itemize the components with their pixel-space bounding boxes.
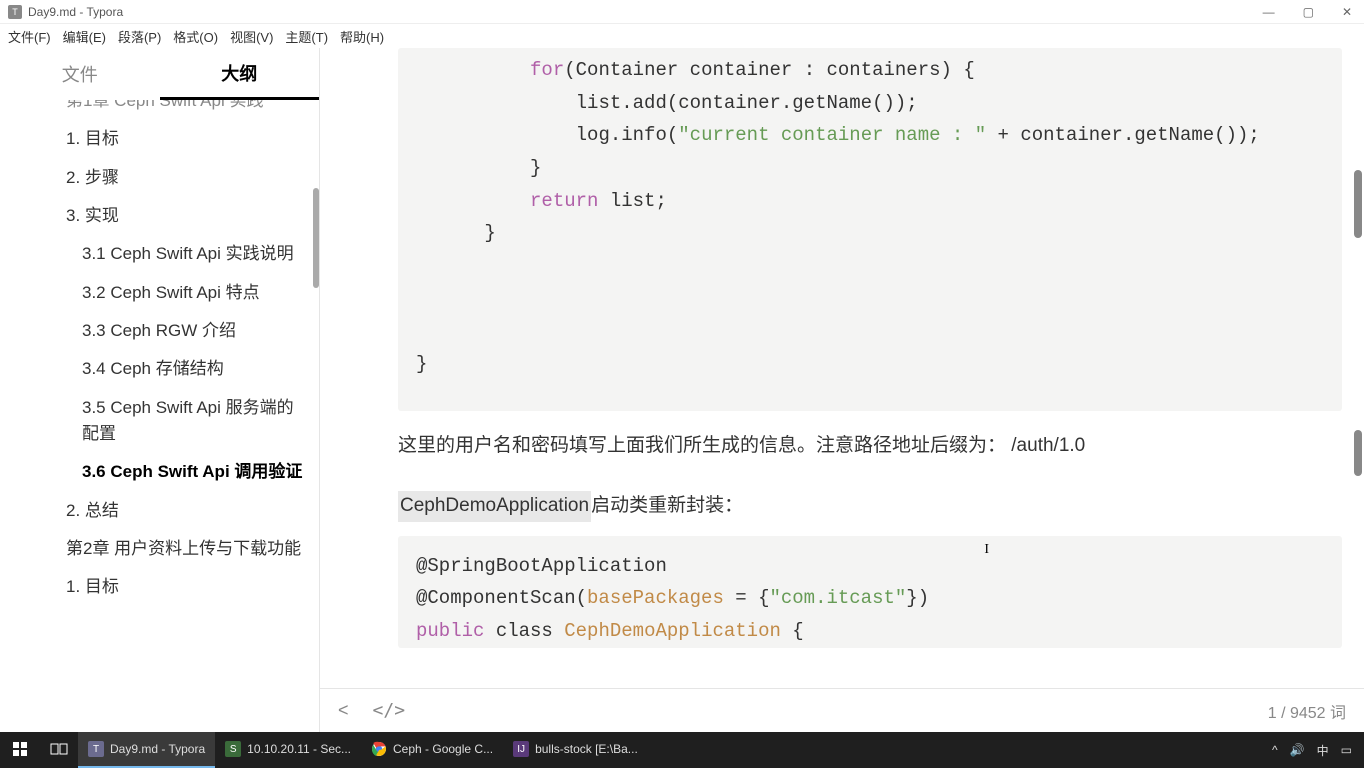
paragraph-2[interactable]: CephDemoApplication启动类重新封装： [398, 491, 1342, 521]
taskbar-app[interactable]: T Day9.md - Typora [78, 732, 215, 768]
outline-list: 第1章 Ceph Swift Api 实践1. 目标2. 步骤3. 实现3.1 … [0, 100, 319, 732]
ime-indicator[interactable]: 中 [1317, 742, 1329, 759]
outline-item[interactable]: 1. 目标 [0, 120, 319, 158]
taskbar-app-label: Day9.md - Typora [110, 742, 205, 756]
windows-icon [13, 742, 27, 756]
source-mode-button[interactable]: </> [373, 700, 406, 721]
nav-back-button[interactable]: < [338, 700, 349, 721]
taskbar-app[interactable]: Ceph - Google C... [361, 732, 503, 768]
volume-icon[interactable]: 🔊 [1290, 743, 1305, 757]
app-icon: S [225, 741, 241, 757]
taskbar-app[interactable]: S 10.10.20.11 - Sec... [215, 732, 361, 768]
titlebar: T Day9.md - Typora — ▢ ✕ [0, 0, 1364, 24]
taskbar-app-label: bulls-stock [E:\Ba... [535, 742, 638, 756]
menu-file[interactable]: 文件(F) [8, 27, 51, 46]
notification-icon[interactable]: ▭ [1341, 743, 1352, 757]
menu-format[interactable]: 格式(O) [173, 27, 218, 46]
outline-item[interactable]: 3.1 Ceph Swift Api 实践说明 [0, 235, 319, 273]
outline-item[interactable]: 2. 步骤 [0, 159, 319, 197]
outline-item[interactable]: 3.3 Ceph RGW 介绍 [0, 312, 319, 350]
outline-item[interactable]: 1. 目标 [0, 568, 319, 606]
outline-item[interactable]: 3. 实现 [0, 197, 319, 235]
tab-outline[interactable]: 大纲 [160, 48, 320, 100]
task-view-button[interactable] [40, 732, 78, 768]
content-scrollbar[interactable] [1354, 48, 1362, 732]
text-cursor: I [984, 542, 989, 558]
sidebar: 文件 大纲 第1章 Ceph Swift Api 实践1. 目标2. 步骤3. … [0, 48, 320, 732]
outline-item[interactable]: 3.6 Ceph Swift Api 调用验证 [0, 453, 319, 491]
sidebar-scrollbar[interactable] [313, 108, 319, 408]
editor-content[interactable]: for(Container container : containers) { … [320, 48, 1364, 732]
paragraph-1[interactable]: 这里的用户名和密码填写上面我们所生成的信息。注意路径地址后缀为： /auth/1… [398, 431, 1342, 461]
outline-item[interactable]: 2. 总结 [0, 492, 319, 530]
outline-item[interactable]: 3.5 Ceph Swift Api 服务端的配置 [0, 389, 319, 454]
menu-theme[interactable]: 主题(T) [285, 27, 328, 46]
start-button[interactable] [0, 732, 40, 768]
app-icon [371, 741, 387, 757]
tab-file[interactable]: 文件 [0, 48, 160, 100]
outline-item[interactable]: 3.4 Ceph 存储结构 [0, 350, 319, 388]
menu-help[interactable]: 帮助(H) [340, 27, 384, 46]
window-title: Day9.md - Typora [28, 5, 123, 19]
menu-edit[interactable]: 编辑(E) [63, 27, 106, 46]
app-icon: IJ [513, 741, 529, 757]
taskbar-app[interactable]: IJ bulls-stock [E:\Ba... [503, 732, 648, 768]
tray-up-icon[interactable]: ^ [1272, 743, 1278, 757]
maximize-button[interactable]: ▢ [1299, 5, 1318, 19]
close-button[interactable]: ✕ [1338, 5, 1356, 19]
code-block-1[interactable]: for(Container container : containers) { … [398, 48, 1342, 411]
app-icon: T [88, 741, 104, 757]
statusbar: < </> 1 / 9452 词 [320, 688, 1364, 732]
minimize-button[interactable]: — [1259, 5, 1279, 19]
system-tray: ^ 🔊 中 ▭ [1260, 742, 1364, 759]
taskview-icon [50, 742, 68, 756]
menu-paragraph[interactable]: 段落(P) [118, 27, 161, 46]
sidebar-tabs: 文件 大纲 [0, 48, 319, 100]
word-count: 1 / 9452 词 [1268, 699, 1346, 723]
taskbar: T Day9.md - Typora S 10.10.20.11 - Sec... Ce… [0, 732, 1364, 768]
outline-item[interactable]: 第1章 Ceph Swift Api 实践 [0, 100, 319, 120]
outline-item[interactable]: 3.2 Ceph Swift Api 特点 [0, 274, 319, 312]
taskbar-app-label: 10.10.20.11 - Sec... [247, 742, 351, 756]
menu-view[interactable]: 视图(V) [230, 27, 273, 46]
outline-item[interactable]: 第2章 用户资料上传与下载功能 [0, 530, 319, 568]
taskbar-app-label: Ceph - Google C... [393, 742, 493, 756]
code-block-2[interactable]: @SpringBootApplication @ComponentScan(ba… [398, 536, 1342, 648]
menubar: 文件(F) 编辑(E) 段落(P) 格式(O) 视图(V) 主题(T) 帮助(H… [0, 24, 1364, 48]
app-icon: T [8, 5, 22, 19]
